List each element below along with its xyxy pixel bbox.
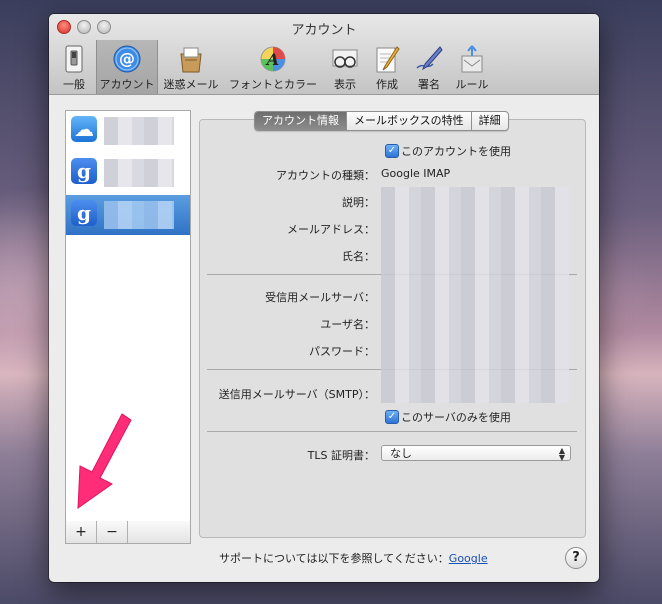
toolbar-label: 表示 [334,78,356,91]
redacted-account-name [104,201,174,229]
account-list-buttons: + − [65,521,191,544]
glasses-icon [329,44,361,74]
account-type-label: アカウントの種類： [276,169,375,182]
signature-pen-icon [413,44,445,74]
font-color-icon: A [257,44,289,74]
toolbar-label: 作成 [376,78,398,91]
svg-text:@: @ [119,49,135,68]
toolbar-item-general[interactable]: 一般 [55,40,93,94]
toolbar-item-composing[interactable]: 作成 [367,40,407,94]
account-type-value: Google IMAP [381,167,451,180]
support-text: サポートについては以下を参照してください：Google [219,550,488,566]
preferences-window: アカウント 一般 @ アカウント 迷惑メール A フォントとカラー 表示 作成 … [49,14,599,582]
window-title: アカウント [291,23,357,38]
toolbar-label: 一般 [63,78,85,91]
toolbar-item-viewing[interactable]: 表示 [325,40,365,94]
title-bar: アカウント 一般 @ アカウント 迷惑メール A フォントとカラー 表示 作成 … [49,14,599,95]
account-item-google-1[interactable]: g [66,153,190,193]
window-content: ☁ g g + − アカウント情報 メールボックスの特性 詳細 ✓ このアカウン… [49,95,599,582]
chevron-updown-icon: ▲ ▼ [558,446,565,462]
toolbar-item-signatures[interactable]: 署名 [409,40,449,94]
account-item-google-2[interactable]: g [66,195,190,235]
toolbar-label: アカウント [99,78,155,91]
redacted-account-name [104,117,174,145]
svg-text:A: A [265,50,279,69]
tls-certificate-value: なし [390,447,412,460]
username-label: ユーザ名： [320,318,375,331]
use-account-label: このアカウントを使用 [401,145,511,158]
icloud-icon: ☁ [71,116,97,142]
tab-mailbox-behaviors[interactable]: メールボックスの特性 [347,112,472,130]
use-account-checkbox[interactable]: ✓ [385,144,399,158]
incoming-server-label: 受信用メールサーバ： [265,291,375,304]
remove-account-button[interactable]: − [97,521,128,543]
toolbar-item-junk[interactable]: 迷惑メール [161,40,221,94]
help-button[interactable]: ? [565,547,587,569]
use-only-this-server-label: このサーバのみを使用 [401,411,511,424]
tab-advanced[interactable]: 詳細 [472,112,508,130]
password-label: パスワード： [309,345,375,358]
use-only-this-server-checkbox[interactable]: ✓ [385,410,399,424]
tab-account-info[interactable]: アカウント情報 [255,112,347,130]
google-icon: g [71,200,97,226]
at-sign-icon: @ [111,44,143,74]
toolbar-label: 迷惑メール [163,78,219,91]
add-account-button[interactable]: + [66,521,97,543]
google-icon: g [71,158,97,184]
rules-icon [456,44,488,74]
junk-mail-icon [175,44,207,74]
toolbar-item-rules[interactable]: ルール [451,40,493,94]
redacted-account-fields[interactable] [381,187,569,403]
tls-certificate-select[interactable]: なし ▲ ▼ [381,445,571,462]
switch-icon [58,44,90,74]
outgoing-server-label: 送信用メールサーバ（SMTP）： [218,388,375,401]
toolbar-label: ルール [455,78,489,91]
tls-certificate-label: TLS 証明書： [307,449,375,462]
redacted-account-name [104,159,174,187]
toolbar-label: フォントとカラー [229,78,317,91]
toolbar: 一般 @ アカウント 迷惑メール A フォントとカラー 表示 作成 署名 ルール [49,40,599,94]
separator [207,431,577,432]
support-link[interactable]: Google [449,552,488,565]
support-text-label: サポートについては以下を参照してください： [219,552,449,565]
email-label: メールアドレス： [287,223,375,236]
compose-pencil-icon [371,44,403,74]
full-name-label: 氏名： [342,250,375,263]
account-list[interactable]: ☁ g g [65,110,191,522]
account-item-icloud[interactable]: ☁ [66,111,190,151]
toolbar-item-fonts-colors[interactable]: A フォントとカラー [225,40,321,94]
toolbar-item-accounts[interactable]: @ アカウント [96,40,158,94]
toolbar-label: 署名 [418,78,440,91]
tab-bar: アカウント情報 メールボックスの特性 詳細 [254,111,509,131]
description-label: 説明： [342,196,375,209]
